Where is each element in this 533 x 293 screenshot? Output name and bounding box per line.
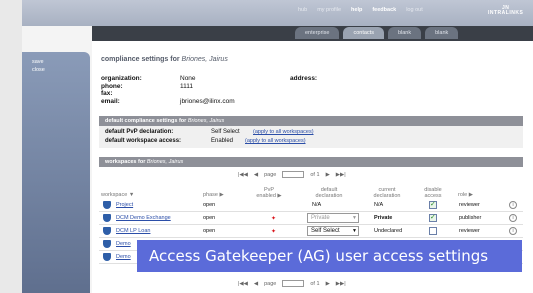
address-label: address: bbox=[290, 75, 318, 82]
workspace-link[interactable]: Demo bbox=[116, 254, 131, 260]
prev-page-button[interactable]: ◀ bbox=[254, 172, 258, 178]
role-cell: publisher bbox=[459, 215, 482, 221]
tab-contacts[interactable]: contacts bbox=[343, 27, 384, 39]
apply-access-link[interactable]: (apply to all workspaces) bbox=[245, 138, 345, 144]
info-icon[interactable]: i bbox=[509, 227, 517, 235]
role-cell: reviewer bbox=[459, 228, 480, 234]
apply-pvp-link[interactable]: (apply to all workspaces) bbox=[253, 129, 353, 135]
last-page-button[interactable]: ▶▶| bbox=[336, 172, 346, 178]
my-profile-link[interactable]: my profile bbox=[317, 7, 341, 13]
tab-strip: enterprise contacts blank blank bbox=[295, 27, 459, 39]
workspaces-bar: workspaces for Briones, Jairus bbox=[99, 157, 523, 167]
tab-blank-2[interactable]: blank bbox=[425, 27, 459, 39]
first-page-button[interactable]: |◀◀ bbox=[238, 172, 248, 178]
current-declaration-cell: Private bbox=[374, 215, 393, 221]
workspace-shield-icon bbox=[103, 253, 111, 261]
default-settings-bar: default compliance settings for Briones,… bbox=[99, 116, 523, 126]
col-workspace[interactable]: workspace ▼ bbox=[101, 192, 134, 198]
default-declaration-select[interactable]: Private ▼ bbox=[307, 213, 359, 223]
next-page-button[interactable]: ▶ bbox=[326, 172, 330, 178]
pvp-enabled-icon: ✦ bbox=[271, 229, 277, 235]
col-current-declaration: current declaration bbox=[373, 187, 401, 199]
disable-access-checkbox[interactable] bbox=[429, 200, 437, 209]
page-label: page bbox=[264, 280, 277, 287]
default-access-row: default workspace access: Enabled (apply… bbox=[105, 138, 306, 144]
chevron-down-icon: ▼ bbox=[352, 215, 357, 221]
tab-enterprise[interactable]: enterprise bbox=[295, 27, 340, 39]
close-button[interactable]: close bbox=[22, 66, 90, 74]
logout-link[interactable]: log out bbox=[406, 7, 423, 13]
page-input[interactable] bbox=[282, 171, 305, 178]
role-cell: reviewer bbox=[459, 202, 480, 208]
workspace-link[interactable]: Project bbox=[116, 202, 133, 208]
intralinks-logo: JN INTRALINKS bbox=[488, 5, 524, 16]
top-bar bbox=[22, 0, 533, 26]
table-row[interactable]: Project open N/A N/A reviewer i bbox=[99, 199, 523, 212]
info-icon[interactable]: i bbox=[509, 214, 517, 222]
pvp-enabled-icon: ✦ bbox=[271, 216, 277, 222]
current-declaration-cell: N/A bbox=[374, 202, 384, 208]
info-icon[interactable]: i bbox=[509, 201, 517, 209]
default-declaration-cell: N/A bbox=[312, 202, 322, 208]
next-page-button[interactable]: ▶ bbox=[326, 281, 330, 287]
col-default-declaration: default declaration bbox=[315, 187, 343, 199]
phase-cell: open bbox=[203, 228, 216, 234]
workspace-shield-icon bbox=[103, 214, 111, 222]
feedback-link[interactable]: feedback bbox=[372, 7, 396, 13]
default-declaration-select[interactable]: Self Select ▼ bbox=[307, 226, 359, 236]
help-link[interactable]: help bbox=[351, 7, 362, 13]
disable-access-checkbox[interactable] bbox=[429, 213, 437, 222]
workspace-shield-icon bbox=[103, 227, 111, 235]
hub-link[interactable]: hub bbox=[298, 7, 307, 13]
prev-page-button[interactable]: ◀ bbox=[254, 281, 258, 287]
caption-banner: Access Gatekeeper (AG) user access setti… bbox=[137, 240, 522, 272]
workspace-link[interactable]: Demo bbox=[116, 241, 131, 247]
last-page-button[interactable]: ▶▶| bbox=[336, 281, 346, 287]
workspace-shield-icon bbox=[103, 201, 111, 209]
page-count: of 1 bbox=[310, 171, 320, 178]
current-declaration-cell: Undeclared bbox=[374, 228, 403, 234]
phase-cell: open bbox=[203, 215, 216, 221]
contact-labels: organization: phone: fax: email: bbox=[101, 75, 142, 105]
col-pvp-enabled[interactable]: PvP enabled ▶ bbox=[255, 187, 283, 199]
organization-value: None bbox=[180, 75, 196, 82]
email-value: jbriones@ilinx.com bbox=[180, 97, 235, 105]
col-disable-access: disable access bbox=[424, 187, 442, 199]
disable-access-checkbox[interactable] bbox=[429, 227, 437, 235]
pager-top: |◀◀ ◀ page of 1 ▶ ▶▶| bbox=[238, 171, 346, 178]
page-title: compliance settings for Briones, Jairus bbox=[101, 56, 228, 63]
page-count: of 1 bbox=[310, 280, 320, 287]
col-phase[interactable]: phase ▶ bbox=[203, 192, 224, 198]
save-button[interactable]: save bbox=[22, 52, 90, 66]
workspace-link[interactable]: DCM Demo Exchange bbox=[116, 215, 171, 221]
default-pvp-row: default PvP declaration: Self Select (ap… bbox=[105, 129, 314, 135]
col-role[interactable]: role ▶ bbox=[458, 192, 473, 198]
phone-value: 1111 bbox=[180, 82, 194, 90]
tab-blank-1[interactable]: blank bbox=[387, 27, 422, 39]
page-input[interactable] bbox=[282, 280, 305, 287]
chevron-down-icon: ▼ bbox=[352, 228, 357, 234]
table-row[interactable]: DCM Demo Exchange open ✦ Private ▼ Privat… bbox=[99, 212, 523, 225]
pager-bottom: |◀◀ ◀ page of 1 ▶ ▶▶| bbox=[238, 280, 346, 287]
workspace-shield-icon bbox=[103, 240, 111, 248]
top-links: hub my profile help feedback log out bbox=[298, 7, 423, 13]
left-action-panel: save close bbox=[22, 52, 90, 293]
contact-values: None 1111 jbriones@ilinx.com bbox=[180, 75, 235, 105]
first-page-button[interactable]: |◀◀ bbox=[238, 281, 248, 287]
page-label: page bbox=[264, 171, 277, 178]
workspace-link[interactable]: DCM LP Loan bbox=[116, 228, 150, 234]
fax-value bbox=[180, 90, 235, 98]
table-row[interactable]: DCM LP Loan open ✦ Self Select ▼ Undeclar… bbox=[99, 225, 523, 238]
phase-cell: open bbox=[203, 202, 216, 208]
